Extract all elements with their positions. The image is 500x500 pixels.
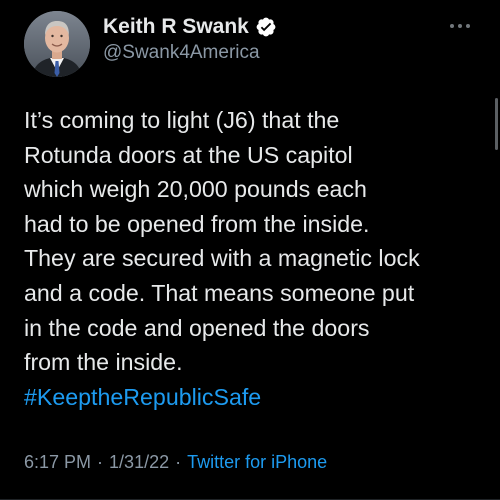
- verified-badge-icon: [255, 16, 277, 38]
- meta-separator: ·: [97, 452, 104, 472]
- author-display-name[interactable]: Keith R Swank: [103, 15, 249, 39]
- tweet-text-line: and a code. That means someone put: [24, 279, 415, 306]
- tweet-text: It’s coming to light (J6) that the Rotun…: [24, 103, 486, 414]
- tweet-date[interactable]: 1/31/22: [109, 452, 169, 473]
- tweet-text-line: had to be opened from the inside.: [24, 210, 370, 237]
- avatar-photo: [24, 11, 90, 77]
- tweet-text-line: in the code and opened the doors: [24, 314, 370, 341]
- more-options-icon[interactable]: [450, 21, 472, 31]
- hashtag-link[interactable]: #KeeptheRepublicSafe: [24, 380, 486, 415]
- tweet-text-line: It’s coming to light (J6) that the: [24, 107, 340, 133]
- tweet-text-line: which weigh 20,000 pounds each: [24, 176, 367, 203]
- tweet-meta: 6:17 PM · 1/31/22 · Twitter for iPhone: [24, 452, 327, 473]
- meta-separator: ·: [175, 452, 182, 472]
- scrollbar-thumb[interactable]: [495, 98, 498, 150]
- author-avatar[interactable]: [24, 11, 90, 77]
- tweet-text-line: Rotunda doors at the US capitol: [24, 141, 353, 168]
- author-name-row: Keith R Swank: [103, 13, 277, 41]
- tweet-text-line: They are secured with a magnetic lock: [24, 245, 420, 272]
- tweet: Keith R Swank @Swank4America It’s coming…: [0, 0, 500, 500]
- tweet-source-link[interactable]: Twitter for iPhone: [187, 452, 327, 473]
- tweet-time[interactable]: 6:17 PM: [24, 452, 91, 473]
- author-handle[interactable]: @Swank4America: [103, 42, 260, 64]
- tweet-text-line: from the inside.: [24, 349, 183, 376]
